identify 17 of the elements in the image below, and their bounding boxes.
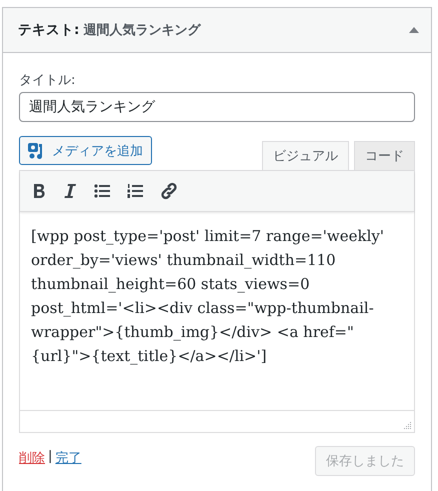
widget-header[interactable]: テキスト: 週間人気ランキング bbox=[3, 8, 431, 53]
numbered-list-icon[interactable] bbox=[127, 184, 143, 198]
delete-link[interactable]: 削除 bbox=[19, 449, 45, 467]
collapse-arrow-icon[interactable] bbox=[409, 27, 419, 33]
done-link[interactable]: 完了 bbox=[55, 449, 82, 467]
editor-content[interactable]: [wpp post_type='post' limit=7 range='weekly' order_by='views' thumbnail_width=110 thumbnail_height=60 stats_views=0 post_html='<li><div class="wpp-thumbnail-wrapper">{thumb_img}</div> <a href="{url}">{text_title}</a></li>'] bbox=[20, 212, 414, 410]
title-label: タイトル: bbox=[19, 72, 76, 89]
bulleted-list-icon[interactable] bbox=[94, 184, 110, 198]
editor-tab[interactable]: コード bbox=[354, 141, 415, 170]
link-icon[interactable] bbox=[160, 182, 178, 200]
link-separator: | bbox=[48, 449, 52, 466]
add-media-button[interactable]: メディアを追加 bbox=[19, 136, 152, 165]
italic-icon[interactable] bbox=[63, 183, 77, 199]
widget-title: テキスト: 週間人気ランキング bbox=[18, 21, 200, 39]
editor-tab[interactable]: ビジュアル bbox=[262, 141, 349, 170]
title-input[interactable]: 週間人気ランキング bbox=[19, 92, 415, 122]
bold-icon[interactable] bbox=[32, 183, 46, 199]
